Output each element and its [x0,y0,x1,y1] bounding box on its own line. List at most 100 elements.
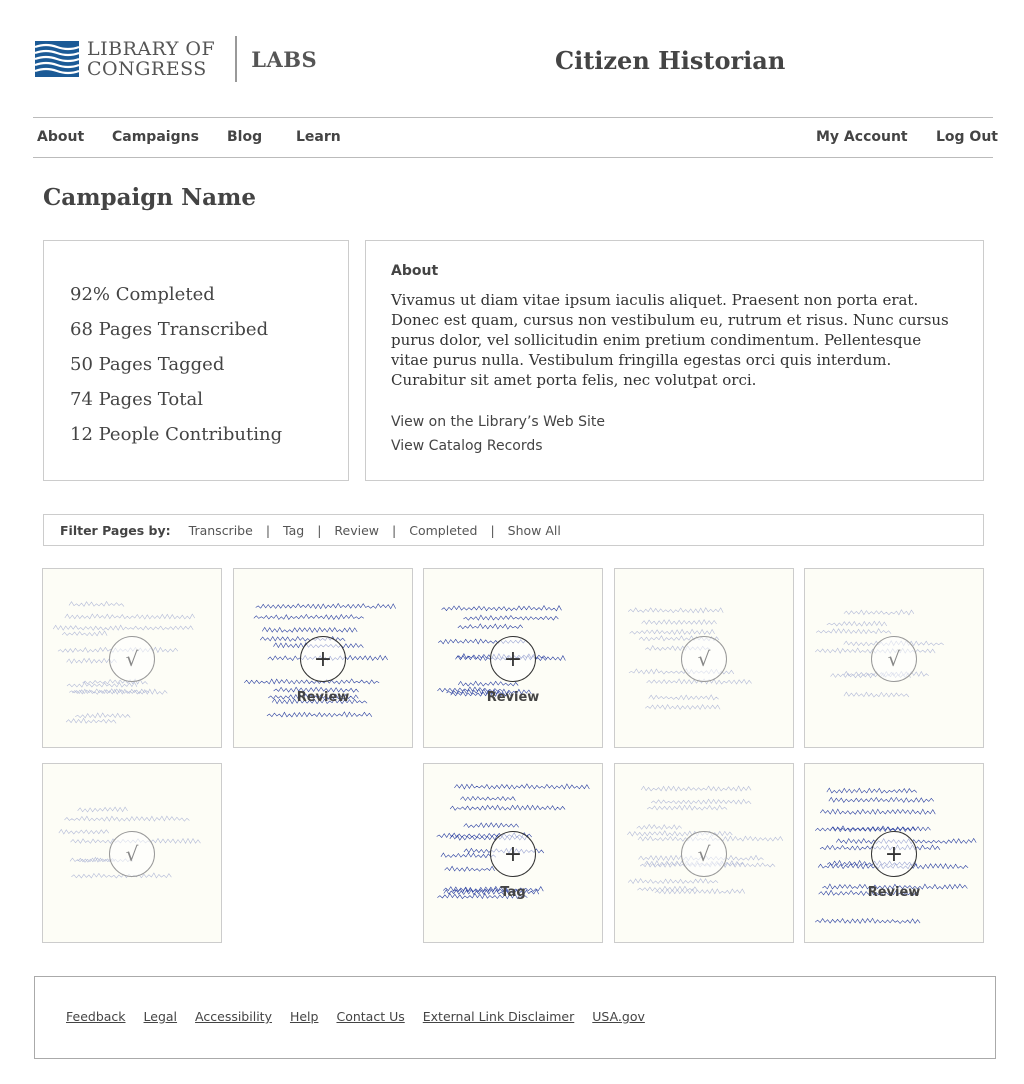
handwriting-line [641,618,717,626]
handwriting-line [77,806,128,813]
page-thumbnail[interactable]: + Review [423,568,603,748]
filter-completed[interactable]: Completed [409,523,477,538]
main-nav: About Campaigns Blog Learn My Account Lo… [33,117,998,158]
filter-bar: Filter Pages by: Transcribe | Tag | Revi… [43,514,984,546]
site-footer: Feedback Legal Accessibility Help Contac… [34,976,996,1059]
handwriting-line [255,602,396,610]
stat-contributors: 12 People Contributing [70,424,283,445]
plus-icon: + [490,636,536,682]
checkmark-icon: √ [109,831,155,877]
footer-contact-link[interactable]: Contact Us [336,1009,404,1058]
campaign-stats-panel: 92% Completed 68 Pages Transcribed 50 Pa… [43,240,349,481]
stat-transcribed: 68 Pages Transcribed [70,319,269,340]
campaign-about-panel: About Vivamus ut diam vitae ipsum iaculi… [365,240,984,481]
handwriting-line [65,717,117,724]
handwriting-line [64,613,196,620]
handwriting-line [843,609,915,616]
handwriting-line [253,613,364,620]
checkmark-icon: √ [681,831,727,877]
library-of-congress-labs-logo[interactable]: LIBRARY OF CONGRESS LABS [35,36,317,82]
handwriting-line [815,627,892,635]
handwriting-line [457,680,519,687]
handwriting-line [648,694,719,701]
handwriting-line [441,604,562,612]
handwriting-line [650,798,752,805]
page-thumbnail[interactable]: + Tag [423,763,603,943]
page-thumbnail[interactable]: √ [42,763,222,943]
checkmark-icon: √ [681,636,727,682]
handwriting-line [636,823,682,830]
catalog-records-link[interactable]: View Catalog Records [391,434,958,458]
footer-feedback-link[interactable]: Feedback [66,1009,126,1058]
handwriting-line [449,804,566,811]
handwriting-line [52,624,194,631]
footer-usagov-link[interactable]: USA.gov [592,1009,645,1058]
about-heading: About [391,263,439,279]
handwriting-line [75,712,131,719]
page-thumbnail[interactable]: √ [804,568,984,748]
page-title: Campaign Name [43,184,256,211]
handwriting-line [646,804,728,811]
filter-transcribe[interactable]: Transcribe [189,523,253,538]
filter-show-all[interactable]: Show All [508,523,561,538]
handwriting-line [814,917,921,925]
library-website-link[interactable]: View on the Library’s Web Site [391,410,958,434]
nav-campaigns[interactable]: Campaigns [112,129,199,145]
logo-divider [235,36,238,82]
plus-icon: + [871,831,917,877]
handwriting-line [637,885,698,892]
handwriting-line [460,795,516,802]
stat-completed: 92% Completed [70,284,215,305]
checkmark-icon: √ [871,636,917,682]
site-title[interactable]: Citizen Historian [555,46,785,75]
about-description: Vivamus ut diam vitae ipsum iaculis aliq… [391,291,949,389]
logo-wordmark: LIBRARY OF CONGRESS [87,39,215,79]
handwriting-line [628,607,724,614]
footer-legal-link[interactable]: Legal [144,1009,178,1058]
plus-icon: + [300,636,346,682]
filter-separator: | [490,522,495,538]
flag-logo-icon [35,41,79,77]
nav-log-out[interactable]: Log Out [936,129,998,145]
handwriting-line [826,620,888,627]
page-action-label: Tag [500,885,526,900]
filter-separator: | [265,522,271,538]
handwriting-line [261,626,358,634]
handwriting-line [58,828,110,835]
page-thumbnail[interactable]: √ [614,763,794,943]
filter-separator: | [392,522,397,538]
page-action-label: Review [296,690,350,705]
stat-tagged: 50 Pages Tagged [70,354,225,375]
nav-blog[interactable]: Blog [227,129,262,145]
handwriting-line [830,825,931,832]
labs-wordmark: LABS [251,46,318,72]
nav-learn[interactable]: Learn [296,129,341,145]
handwriting-line [826,787,918,794]
nav-my-account[interactable]: My Account [816,129,908,145]
stat-total: 74 Pages Total [70,389,203,410]
handwriting-line [61,630,108,637]
footer-help-link[interactable]: Help [290,1009,319,1058]
page-thumbnail[interactable]: √ [42,568,222,748]
page-thumbnail[interactable]: + Review [233,568,413,748]
handwriting-line [68,600,125,607]
footer-accessibility-link[interactable]: Accessibility [195,1009,272,1058]
handwriting-line [629,628,715,636]
handwriting-line [640,785,752,792]
filter-label: Filter Pages by: [60,522,171,538]
footer-disclaimer-link[interactable]: External Link Disclaimer [423,1009,575,1058]
logo-line-2: CONGRESS [87,58,207,80]
filter-tag[interactable]: Tag [283,523,304,538]
about-links: View on the Library’s Web Site View Cata… [391,410,958,458]
filter-review[interactable]: Review [334,523,379,538]
nav-about[interactable]: About [37,129,84,145]
handwriting-line [463,822,519,829]
page-action-label: Review [486,690,540,705]
filter-separator: | [317,522,322,538]
page-thumbnail[interactable]: + Review [804,763,984,943]
page-thumbnail[interactable]: √ [614,568,794,748]
handwriting-line [454,783,590,790]
handwriting-line [820,808,936,815]
handwriting-line [463,614,559,621]
checkmark-icon: √ [109,636,155,682]
